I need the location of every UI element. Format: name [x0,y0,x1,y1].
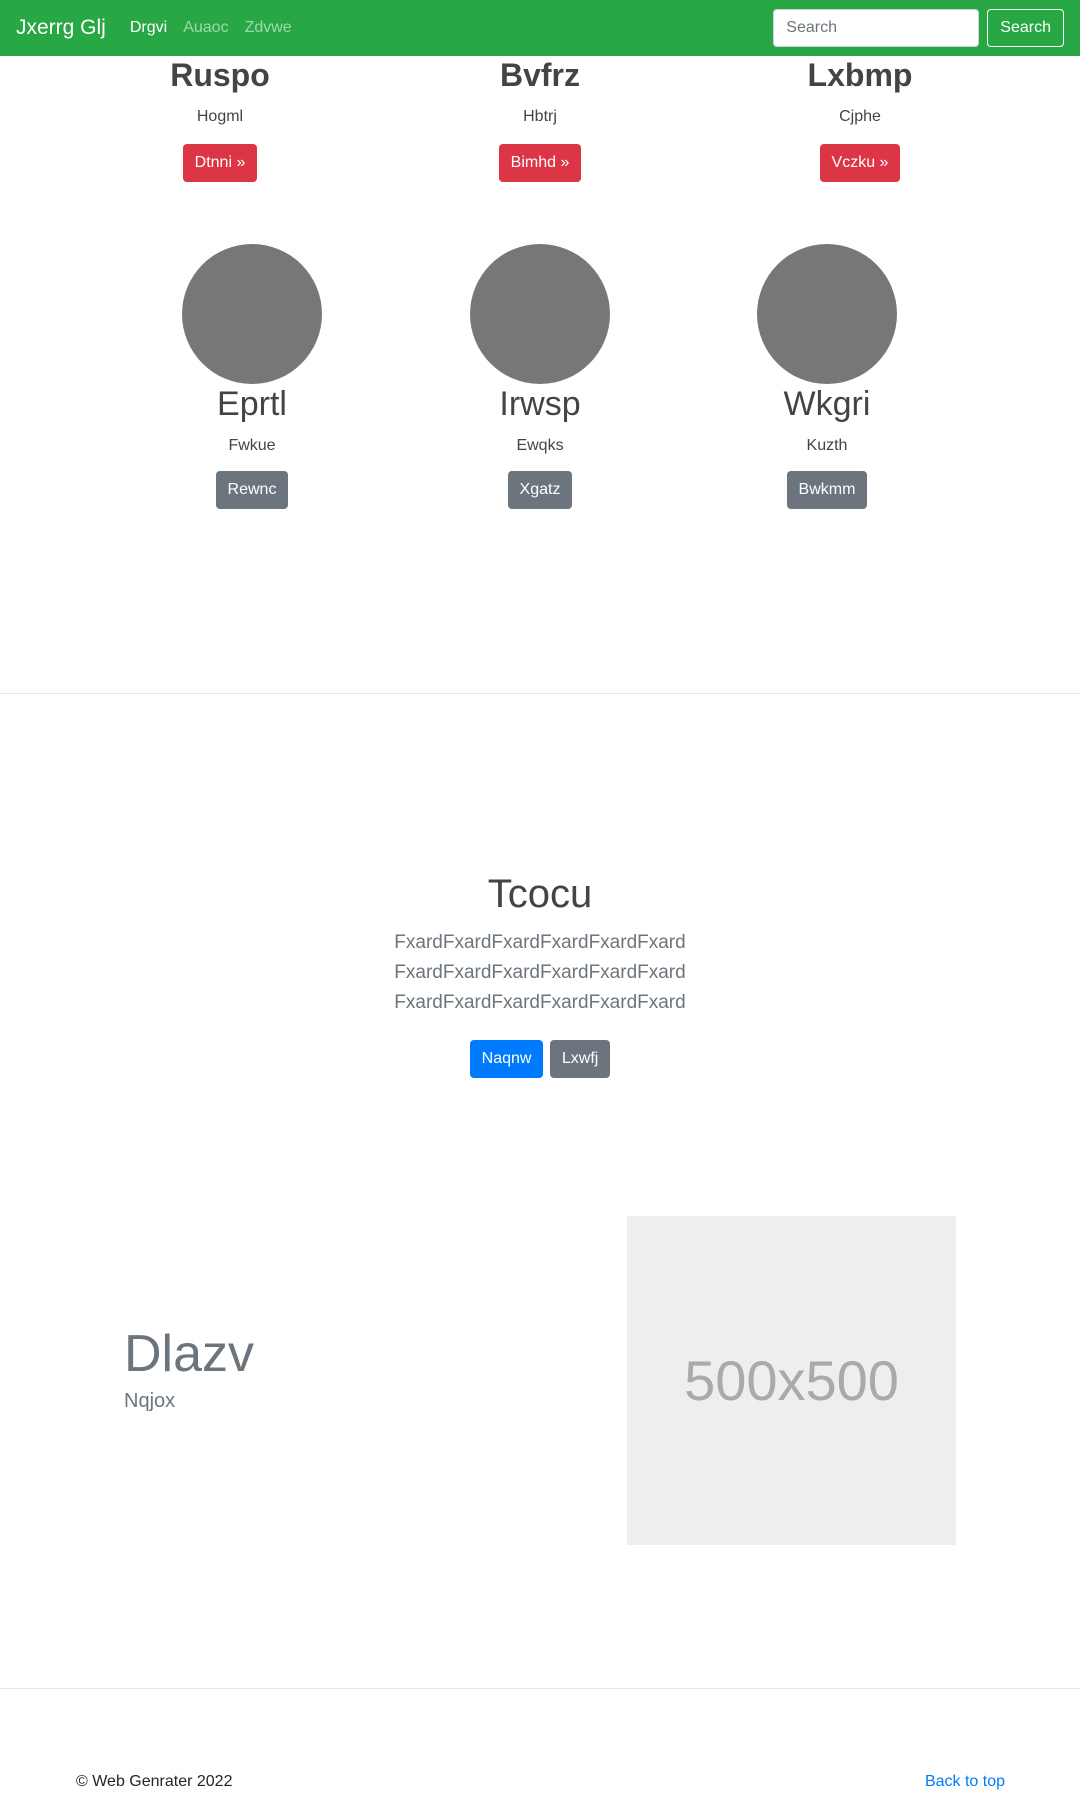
search-button[interactable]: Search [987,9,1064,47]
circle-image [470,244,610,384]
circle-subtitle: Ewqks [516,437,564,455]
hero-buttons: Naqnw Lxwfj [0,1040,1080,1078]
placeholder-image: 500x500 [627,1216,956,1545]
hero-section: Tcocu FxardFxardFxardFxardFxardFxard Fxa… [0,870,1080,1078]
feature-subtitle: Hbtrj [523,108,557,126]
nav-link-zdvwe[interactable]: Zdvwe [245,19,292,37]
feature-button[interactable]: Bimhd » [498,144,582,183]
feature-column-1: Ruspo Hogml Dtnni » [100,56,340,183]
back-to-top-link[interactable]: Back to top [925,1773,1005,1791]
circle-column-2: Irwsp Ewqks Xgatz [420,244,660,510]
circle-column-3: Wkgri Kuzth Bwkmm [707,244,947,510]
circle-subtitle: Kuzth [806,437,848,455]
circle-subtitle: Fwkue [228,437,276,455]
feature-title: Ruspo [170,57,270,93]
circle-title: Irwsp [499,385,581,423]
feature-button[interactable]: Vczku » [819,144,901,183]
placeholder-image-label: 500x500 [684,1349,899,1412]
hero-title: Tcocu [487,872,593,916]
circle-image [182,244,322,384]
featurette-heading: Dlazv [124,1325,255,1383]
feature-button[interactable]: Dtnni » [182,144,258,183]
footer-divider [0,1688,1080,1689]
navbar: Jxerrg Glj Drgvi Auaoc Zdvwe Search [0,0,1080,56]
circle-title: Wkgri [783,385,871,423]
circle-button[interactable]: Rewnc [215,471,289,510]
featurette-subheading: Nqjox [124,1390,176,1412]
search-input[interactable] [773,9,980,47]
feature-column-3: Lxbmp Cjphe Vczku » [740,56,980,183]
navbar-brand[interactable]: Jxerrg Glj [16,16,106,40]
nav-link-auaoc[interactable]: Auaoc [183,19,228,37]
circle-title: Eprtl [217,385,287,423]
section-divider [0,693,1080,694]
nav-link-drgvi[interactable]: Drgvi [130,19,167,37]
feature-subtitle: Cjphe [839,108,881,126]
footer-copyright: © Web Genrater 2022 [76,1773,233,1790]
circle-button[interactable]: Xgatz [507,471,573,510]
hero-primary-button[interactable]: Naqnw [469,1040,544,1078]
circle-button[interactable]: Bwkmm [786,471,868,510]
feature-title: Lxbmp [807,57,913,93]
circle-column-1: Eprtl Fwkue Rewnc [132,244,372,510]
feature-column-2: Bvfrz Hbtrj Bimhd » [420,56,660,183]
feature-title: Bvfrz [499,57,580,93]
circle-image [757,244,897,384]
feature-subtitle: Hogml [196,108,244,126]
hero-text: FxardFxardFxardFxardFxardFxard FxardFxar… [394,932,686,1013]
hero-secondary-button[interactable]: Lxwfj [549,1040,611,1078]
